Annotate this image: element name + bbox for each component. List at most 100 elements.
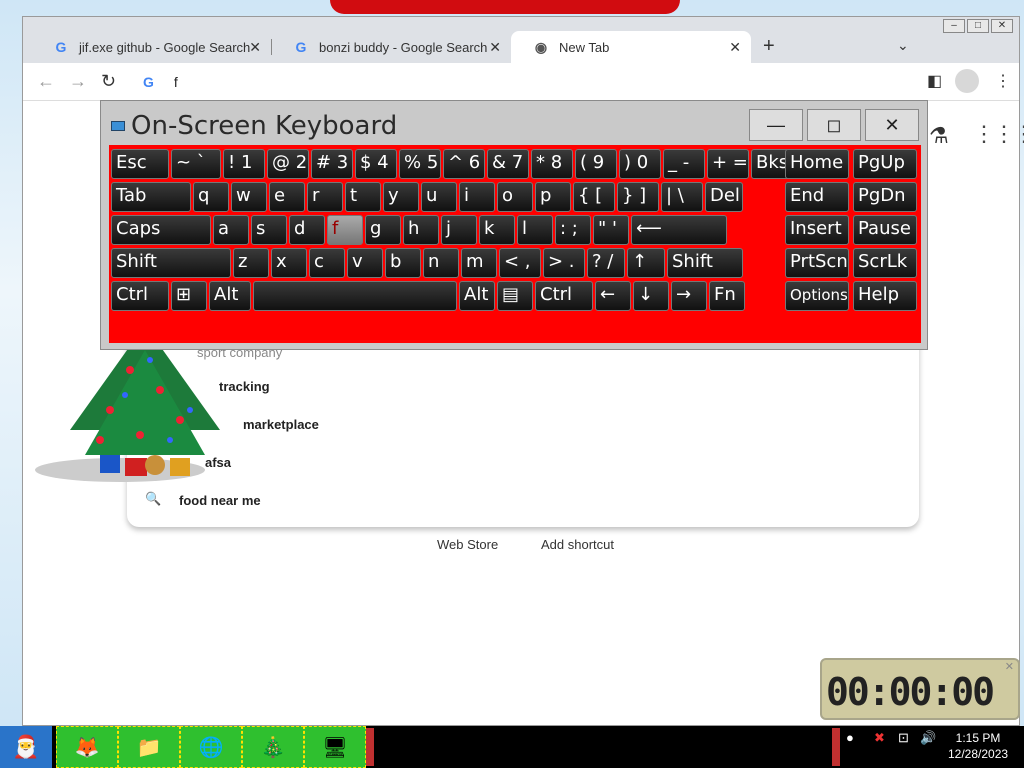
- key-4[interactable]: $ 4: [355, 149, 397, 179]
- key-del[interactable]: Del: [705, 182, 743, 212]
- key-n[interactable]: n: [423, 248, 459, 278]
- key-symbol[interactable]: { [: [573, 182, 615, 212]
- key-caps[interactable]: Caps: [111, 215, 211, 245]
- key-8[interactable]: * 8: [531, 149, 573, 179]
- minimize-icon[interactable]: –: [943, 19, 965, 33]
- key-fn[interactable]: Fn: [709, 281, 745, 311]
- key-z[interactable]: z: [233, 248, 269, 278]
- new-tab-button[interactable]: +: [763, 35, 775, 58]
- key-pgdn[interactable]: PgDn: [853, 182, 917, 212]
- key-symbol[interactable]: < ,: [499, 248, 541, 278]
- osk-close-button[interactable]: ✕: [865, 109, 919, 141]
- key-q[interactable]: q: [193, 182, 229, 212]
- key-options[interactable]: Options: [785, 281, 849, 311]
- labs-flask-icon[interactable]: ⚗: [929, 123, 949, 149]
- key-p[interactable]: p: [535, 182, 571, 212]
- key-end[interactable]: End: [785, 182, 849, 212]
- key-6[interactable]: ^ 6: [443, 149, 485, 179]
- firefox-icon[interactable]: 🦊: [56, 726, 118, 768]
- key-help[interactable]: Help: [853, 281, 917, 311]
- key-symbol[interactable]: } ]: [617, 182, 659, 212]
- reload-icon[interactable]: ↻: [101, 71, 116, 92]
- key-g[interactable]: g: [365, 215, 401, 245]
- key-symbol[interactable]: ⟵: [631, 215, 727, 245]
- tab-list-button[interactable]: ⌄: [897, 37, 909, 54]
- web-store-link[interactable]: Web Store: [437, 537, 498, 552]
- key-esc[interactable]: Esc: [111, 149, 169, 179]
- computer-icon[interactable]: 🖥: [304, 726, 366, 768]
- key-symbol[interactable]: > .: [543, 248, 585, 278]
- close-tab-icon[interactable]: ✕: [249, 39, 261, 56]
- volume-icon[interactable]: 🔊: [920, 730, 936, 746]
- start-button[interactable]: 🎅: [0, 726, 52, 768]
- key-shift[interactable]: Shift: [667, 248, 743, 278]
- key-alt[interactable]: Alt: [209, 281, 251, 311]
- menu-icon[interactable]: ⋮: [995, 71, 1011, 91]
- key-a[interactable]: a: [213, 215, 249, 245]
- key-0[interactable]: ) 0: [619, 149, 661, 179]
- key-symbol[interactable]: →: [671, 281, 707, 311]
- chrome-icon[interactable]: 🌐: [180, 726, 242, 768]
- key-d[interactable]: d: [289, 215, 325, 245]
- key-tab[interactable]: Tab: [111, 182, 191, 212]
- back-icon[interactable]: ←: [37, 71, 55, 92]
- key-f[interactable]: f: [327, 215, 363, 245]
- key-symbol[interactable]: _ -: [663, 149, 705, 179]
- key-2[interactable]: @ 2: [267, 149, 309, 179]
- key-scrlk[interactable]: ScrLk: [853, 248, 917, 278]
- key-v[interactable]: v: [347, 248, 383, 278]
- key-prtscn[interactable]: PrtScn: [785, 248, 849, 278]
- forward-icon[interactable]: →: [69, 71, 87, 92]
- address-bar[interactable]: G f: [127, 67, 907, 97]
- clock-close-icon[interactable]: ✕: [1005, 660, 1014, 673]
- key-r[interactable]: r: [307, 182, 343, 212]
- christmas-tree-icon[interactable]: 🎄: [242, 726, 304, 768]
- key-5[interactable]: % 5: [399, 149, 441, 179]
- key-ctrl[interactable]: Ctrl: [111, 281, 169, 311]
- key-x[interactable]: x: [271, 248, 307, 278]
- key-t[interactable]: t: [345, 182, 381, 212]
- key-alt[interactable]: Alt: [459, 281, 495, 311]
- key-9[interactable]: ( 9: [575, 149, 617, 179]
- key-symbol[interactable]: ↑: [627, 248, 665, 278]
- key-ctrl[interactable]: Ctrl: [535, 281, 593, 311]
- key-3[interactable]: # 3: [311, 149, 353, 179]
- close-tab-icon[interactable]: ✕: [729, 39, 741, 56]
- key-s[interactable]: s: [251, 215, 287, 245]
- tab-new-tab[interactable]: ◉ New Tab ✕: [511, 31, 751, 63]
- key-1[interactable]: ! 1: [223, 149, 265, 179]
- key-symbol[interactable]: ⊞: [171, 281, 207, 311]
- key-m[interactable]: m: [461, 248, 497, 278]
- side-panel-icon[interactable]: ◧: [927, 71, 942, 91]
- tray-dot-icon[interactable]: ●: [846, 730, 854, 745]
- key-c[interactable]: c: [309, 248, 345, 278]
- suggestion-item[interactable]: food near me: [179, 493, 261, 508]
- key-j[interactable]: j: [441, 215, 477, 245]
- omnibox-input[interactable]: f: [174, 74, 178, 90]
- key-l[interactable]: l: [517, 215, 553, 245]
- google-apps-icon[interactable]: ⋮⋮⋮: [973, 121, 1024, 147]
- tab-bonzi-search[interactable]: G bonzi buddy - Google Search ✕: [271, 31, 511, 63]
- close-tab-icon[interactable]: ✕: [489, 39, 501, 56]
- key-shift[interactable]: Shift: [111, 248, 231, 278]
- key-symbol[interactable]: ←: [595, 281, 631, 311]
- key-symbol[interactable]: ▤: [497, 281, 533, 311]
- tab-jif-search[interactable]: G jif.exe github - Google Search ✕: [31, 31, 271, 63]
- add-shortcut-link[interactable]: Add shortcut: [541, 537, 614, 552]
- key-pgup[interactable]: PgUp: [853, 149, 917, 179]
- key-space[interactable]: [253, 281, 457, 311]
- key-pause[interactable]: Pause: [853, 215, 917, 245]
- key-symbol[interactable]: ? /: [587, 248, 625, 278]
- key-w[interactable]: w: [231, 182, 267, 212]
- osk-maximize-button[interactable]: ◻: [807, 109, 861, 141]
- maximize-icon[interactable]: □: [967, 19, 989, 33]
- file-explorer-icon[interactable]: 📁: [118, 726, 180, 768]
- key-home[interactable]: Home: [785, 149, 849, 179]
- key-y[interactable]: y: [383, 182, 419, 212]
- key-symbol[interactable]: ~ `: [171, 149, 221, 179]
- close-icon[interactable]: ✕: [991, 19, 1013, 33]
- key-u[interactable]: u: [421, 182, 457, 212]
- key-insert[interactable]: Insert: [785, 215, 849, 245]
- key-o[interactable]: o: [497, 182, 533, 212]
- key-e[interactable]: e: [269, 182, 305, 212]
